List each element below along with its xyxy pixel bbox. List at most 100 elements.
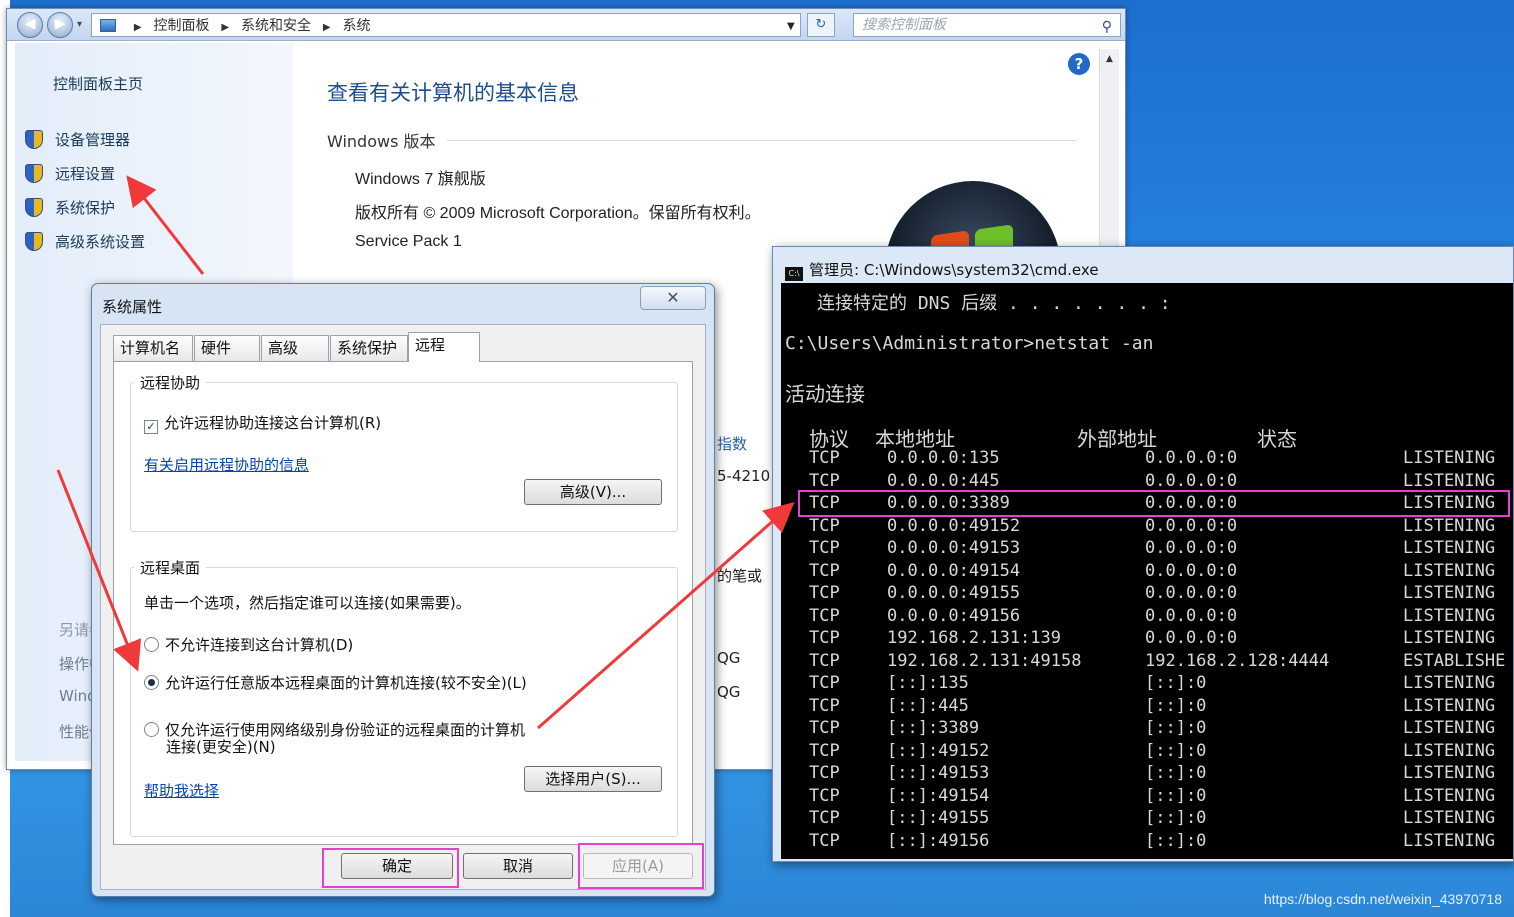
radio-nla-only[interactable]: 仅允许运行使用网络级别身份验证的远程桌面的计算机 连接(更安全)(N) <box>144 722 525 756</box>
netstat-row: TCP [::]:445 [::]:0 LISTENING <box>781 695 1513 718</box>
search-input[interactable]: 搜索控制面板 ⚲ <box>853 13 1121 37</box>
local-address-cell: 0.0.0.0:49156 <box>887 605 1021 626</box>
netstat-row: TCP 0.0.0.0:49154 0.0.0.0:0 LISTENING <box>781 560 1513 583</box>
radio-icon[interactable] <box>144 637 159 652</box>
remote-desktop-description: 单击一个选项，然后指定谁可以连接(如果需要)。 <box>144 594 471 612</box>
section-heading: Windows 版本 <box>327 132 436 151</box>
page-title: 查看有关计算机的基本信息 <box>327 81 579 105</box>
sidebar-home-link[interactable]: 控制面板主页 <box>53 73 143 94</box>
foreign-address-cell: 192.168.2.128:4444 <box>1145 650 1330 671</box>
chevron-right-icon[interactable]: ▶ <box>323 22 331 33</box>
sidebar-item-remote-settings[interactable]: 远程设置 <box>25 163 115 184</box>
recent-pages-dropdown-icon[interactable]: ▾ <box>77 19 82 30</box>
netstat-row: TCP [::]:49153 [::]:0 LISTENING <box>781 763 1513 785</box>
dns-suffix-line: 连接特定的 DNS 后缀 . . . . . . . : <box>817 293 1171 314</box>
breadcrumb-item[interactable]: 系统和安全 <box>241 17 311 33</box>
address-dropdown-icon[interactable]: ▼ <box>787 21 795 32</box>
help-icon[interactable]: ? <box>1068 53 1090 75</box>
chevron-right-icon[interactable]: ▶ <box>221 22 229 33</box>
help-me-choose-link[interactable]: 帮助我选择 <box>144 780 219 801</box>
dialog-title: 系统属性 <box>102 298 163 316</box>
highlight-port-3389 <box>798 490 1510 517</box>
checkbox-checked-icon[interactable]: ✓ <box>144 420 158 434</box>
state-cell: LISTENING <box>1403 605 1496 626</box>
cancel-button[interactable]: 取消 <box>463 853 573 879</box>
protocol-cell: TCP <box>809 628 840 648</box>
radio-allow-any-version[interactable]: 允许运行任意版本远程桌面的计算机连接(较不安全)(L) <box>144 672 527 693</box>
state-cell: LISTENING <box>1403 538 1496 558</box>
breadcrumb-item[interactable]: 控制面板 <box>153 17 209 33</box>
sidebar-item-system-protection[interactable]: 系统保护 <box>25 197 115 218</box>
remote-assistance-title: 远程协助 <box>134 372 207 393</box>
state-cell: LISTENING <box>1403 695 1496 716</box>
state-cell: ESTABLISHE <box>1403 650 1506 671</box>
tab-hardware[interactable]: 硬件 <box>194 335 260 361</box>
netstat-row: TCP [::]:3389 [::]:0 LISTENING <box>781 718 1513 740</box>
partial-text: QG <box>717 683 741 701</box>
control-panel-icon <box>100 19 116 32</box>
cmd-window: C:\ 管理员: C:\Windows\system32\cmd.exe 连接特定… <box>772 246 1514 862</box>
protocol-cell: TCP <box>809 470 840 491</box>
sidebar-item-label: 设备管理器 <box>55 131 131 149</box>
allow-remote-assistance-checkbox[interactable]: ✓ 允许远程协助连接这台计算机(R) <box>144 412 381 434</box>
foreign-address-cell: [::]:0 <box>1145 830 1207 851</box>
refresh-button[interactable]: ↻ <box>807 13 835 37</box>
search-icon[interactable]: ⚲ <box>1102 16 1112 38</box>
foreign-address-cell: 0.0.0.0:0 <box>1145 560 1238 581</box>
foreign-address-cell: [::]:0 <box>1145 785 1207 806</box>
breadcrumb-item[interactable]: 系统 <box>342 17 370 33</box>
partial-text: 的笔或 <box>717 567 763 585</box>
radio-selected-icon[interactable] <box>144 675 159 690</box>
cmd-title-text: 管理员: C:\Windows\system32\cmd.exe <box>809 261 1099 279</box>
state-cell: LISTENING <box>1403 628 1496 648</box>
radio-icon[interactable] <box>144 722 159 737</box>
cmd-title: C:\ 管理员: C:\Windows\system32\cmd.exe <box>785 259 1099 281</box>
select-users-button[interactable]: 选择用户(S)... <box>524 766 662 792</box>
tab-remote[interactable]: 远程 <box>408 332 480 362</box>
local-address-cell: [::]:3389 <box>887 718 980 738</box>
advanced-button[interactable]: 高级(V)... <box>524 479 662 505</box>
local-address-cell: [::]:49152 <box>887 740 990 761</box>
sidebar-item-label: 系统保护 <box>55 199 116 217</box>
breadcrumb[interactable]: ▶ 控制面板 ▶ 系统和安全 ▶ 系统 <box>91 13 801 37</box>
tab-system-protection[interactable]: 系统保护 <box>330 335 408 361</box>
console-output[interactable]: 连接特定的 DNS 后缀 . . . . . . . : C:\Users\Ad… <box>781 283 1513 859</box>
back-button[interactable]: ◀ <box>17 12 43 38</box>
state-cell: LISTENING <box>1403 808 1496 828</box>
close-button[interactable]: ✕ <box>640 286 706 310</box>
local-address-cell: [::]:49156 <box>887 830 990 851</box>
watermark: https://blog.csdn.net/weixin_43970718 <box>1263 891 1502 907</box>
chevron-right-icon[interactable]: ▶ <box>134 22 142 33</box>
sidebar-item-advanced-settings[interactable]: 高级系统设置 <box>25 231 145 252</box>
protocol-cell: TCP <box>809 695 840 716</box>
protocol-cell: TCP <box>809 673 840 693</box>
sidebar-item-label: 远程设置 <box>55 165 116 183</box>
state-cell: LISTENING <box>1403 673 1496 693</box>
command-prompt-line: C:\Users\Administrator>netstat -an <box>785 333 1154 354</box>
local-address-cell: [::]:445 <box>887 695 969 716</box>
state-cell: LISTENING <box>1403 448 1496 468</box>
state-cell: LISTENING <box>1403 470 1496 491</box>
tab-computer-name[interactable]: 计算机名 <box>113 335 193 361</box>
shield-icon <box>25 198 43 217</box>
local-address-cell: 0.0.0.0:445 <box>887 470 1000 491</box>
protocol-cell: TCP <box>809 650 840 671</box>
sidebar-item-device-manager[interactable]: 设备管理器 <box>25 129 130 150</box>
local-address-cell: 0.0.0.0:135 <box>887 448 1000 468</box>
cmd-icon: C:\ <box>785 267 803 281</box>
foreign-address-cell: 0.0.0.0:0 <box>1145 470 1238 491</box>
highlight-apply-button <box>578 843 704 889</box>
netstat-row: TCP [::]:49155 [::]:0 LISTENING <box>781 808 1513 830</box>
foreign-address-cell: 0.0.0.0:0 <box>1145 628 1238 648</box>
tab-advanced[interactable]: 高级 <box>261 335 329 361</box>
radio-label: 允许运行任意版本远程桌面的计算机连接(较不安全)(L) <box>165 674 527 692</box>
netstat-row: TCP [::]:135 [::]:0 LISTENING <box>781 673 1513 695</box>
radio-no-connections[interactable]: 不允许连接到这台计算机(D) <box>144 634 353 655</box>
scroll-up-icon[interactable]: ▲ <box>1100 49 1119 69</box>
foreign-address-cell: [::]:0 <box>1145 718 1207 738</box>
state-cell: LISTENING <box>1403 718 1496 738</box>
windows-edition: Windows 7 旗舰版 <box>355 171 486 188</box>
partial-text[interactable]: 指数 <box>717 433 747 454</box>
remote-assistance-info-link[interactable]: 有关启用远程协助的信息 <box>144 454 309 475</box>
forward-button[interactable]: ▶ <box>47 12 73 38</box>
